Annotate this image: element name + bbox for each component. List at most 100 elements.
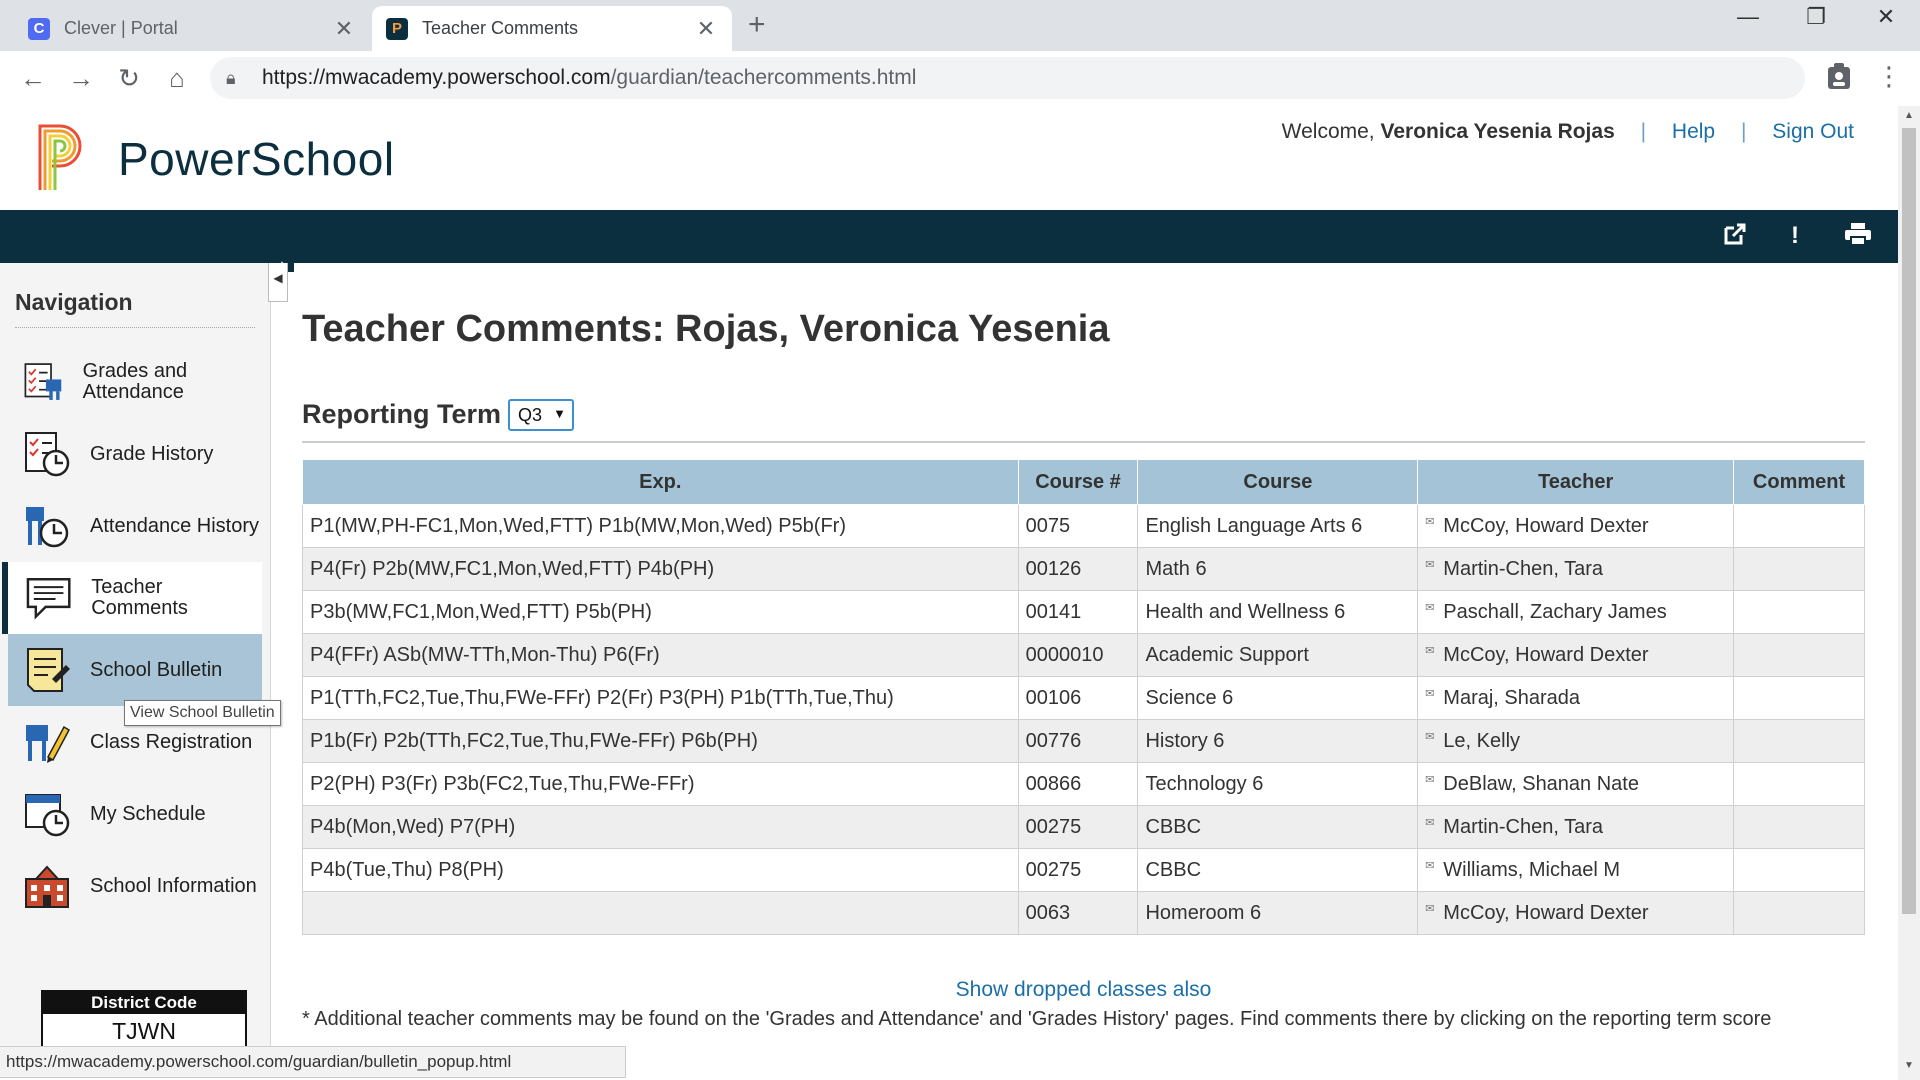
cell-teacher[interactable]: ✉ DeBlaw, Shanan Nate: [1417, 762, 1735, 806]
cell-teacher[interactable]: ✉ McCoy, Howard Dexter: [1417, 633, 1735, 677]
browser-tab-clever[interactable]: C Clever | Portal ✕: [14, 6, 370, 51]
teacher-name: Martin-Chen, Tara: [1443, 815, 1603, 838]
close-icon[interactable]: ✕: [332, 16, 356, 42]
restore-icon[interactable]: ❐: [1786, 4, 1846, 30]
profile-icon[interactable]: [1826, 61, 1852, 98]
minimize-icon[interactable]: —: [1718, 4, 1778, 30]
teacher-name: Williams, Michael M: [1443, 858, 1620, 881]
email-teacher-icon[interactable]: ✉: [1425, 687, 1435, 700]
cell-comment: [1733, 504, 1865, 548]
sidebar-item-teacher-comments[interactable]: Teacher Comments: [2, 562, 262, 634]
table-row: P1(TTh,FC2,Tue,Thu,FWe-FFr) P2(Fr) P3(PH…: [302, 676, 1865, 720]
sidebar-item-label: Attendance History: [90, 514, 259, 537]
lock-icon: 🔒︎: [226, 67, 236, 88]
cell-course: Math 6: [1137, 547, 1419, 591]
cell-course: Science 6: [1137, 676, 1419, 720]
cell-teacher[interactable]: ✉ Martin-Chen, Tara: [1417, 805, 1735, 849]
close-icon[interactable]: ✕: [694, 16, 718, 42]
cell-comment: [1733, 848, 1865, 892]
email-teacher-icon[interactable]: ✉: [1425, 644, 1435, 657]
url-path: /guardian/teachercomments.html: [610, 66, 917, 89]
sign-out-link[interactable]: Sign Out: [1772, 120, 1854, 143]
class-registration-icon: [26, 725, 70, 763]
welcome-area: Welcome, Veronica Yesenia Rojas | Help |…: [1282, 120, 1854, 144]
print-icon[interactable]: [1843, 222, 1873, 253]
cell-teacher[interactable]: ✉ McCoy, Howard Dexter: [1417, 891, 1735, 935]
address-bar[interactable]: 🔒︎ https://mwacademy.powerschool.com/gua…: [210, 57, 1805, 99]
cell-exp: P4b(Mon,Wed) P7(PH): [302, 805, 1019, 849]
table-row: P4b(Tue,Thu) P8(PH) 00275 CBBC ✉ Williams, M…: [302, 848, 1865, 892]
sidebar-item-attendance-history[interactable]: Attendance History: [8, 490, 262, 562]
my-schedule-icon: [25, 794, 70, 837]
new-tab-icon[interactable]: +: [748, 8, 766, 42]
reload-icon[interactable]: ↻: [112, 63, 146, 94]
sidebar-item-grade-history[interactable]: Grade History: [8, 418, 262, 490]
cell-course-number: 0000010: [1017, 633, 1139, 677]
cell-course-number: 00106: [1017, 676, 1139, 720]
scroll-down-arrow-icon[interactable]: ▼: [1898, 1060, 1920, 1071]
help-link[interactable]: Help: [1672, 120, 1715, 143]
browser-tab-teacher-comments[interactable]: P Teacher Comments ✕: [372, 6, 732, 51]
back-icon[interactable]: ←: [16, 63, 50, 94]
table-row: 0063 Homeroom 6 ✉ McCoy, Howard Dexter: [302, 891, 1865, 935]
cell-comment: [1733, 633, 1865, 677]
url-host: https://mwacademy.powerschool.com: [262, 66, 611, 89]
tab-title: Clever | Portal: [64, 18, 178, 38]
window-close-icon[interactable]: ✕: [1856, 4, 1916, 30]
reporting-term-value: Q3: [518, 404, 543, 425]
cell-comment: [1733, 719, 1865, 763]
school-information-icon: [25, 865, 69, 908]
sidebar-item-my-schedule[interactable]: My Schedule: [8, 778, 262, 850]
email-teacher-icon[interactable]: ✉: [1425, 816, 1435, 829]
show-dropped-link[interactable]: Show dropped classes also: [302, 978, 1865, 1002]
grades-attendance-icon: [24, 363, 62, 400]
scrollbar-thumb[interactable]: [1902, 128, 1916, 914]
teacher-name: Martin-Chen, Tara: [1443, 557, 1603, 580]
cell-course-number: 00776: [1017, 719, 1139, 763]
cell-teacher[interactable]: ✉ Paschall, Zachary James: [1417, 590, 1735, 634]
email-teacher-icon[interactable]: ✉: [1425, 773, 1435, 786]
column-header-teacher: Teacher: [1417, 459, 1735, 505]
browser-toolbar: ← → ↻ ⌂ 🔒︎ https://mwacademy.powerschool…: [0, 51, 1920, 107]
collapse-sidebar-icon[interactable]: ◀: [268, 263, 288, 302]
cell-exp: P4b(Tue,Thu) P8(PH): [302, 848, 1019, 892]
email-teacher-icon[interactable]: ✉: [1425, 859, 1435, 872]
cell-course-number: 00275: [1017, 848, 1139, 892]
powerschool-logo-icon: [38, 124, 82, 190]
welcome-prefix: Welcome,: [1281, 120, 1375, 143]
alert-icon[interactable]: !: [1780, 222, 1810, 250]
table-row: P4b(Mon,Wed) P7(PH) 00275 CBBC ✉ Martin-Chen…: [302, 805, 1865, 849]
cell-course-number: 00141: [1017, 590, 1139, 634]
home-icon[interactable]: ⌂: [160, 63, 194, 94]
cell-teacher[interactable]: ✉ Williams, Michael M: [1417, 848, 1735, 892]
sidebar-item-grades-attendance[interactable]: Grades and Attendance: [8, 346, 262, 418]
sidebar-item-school-information[interactable]: School Information: [8, 850, 262, 922]
email-teacher-icon[interactable]: ✉: [1425, 730, 1435, 743]
cell-teacher[interactable]: ✉ Maraj, Sharada: [1417, 676, 1735, 720]
email-teacher-icon[interactable]: ✉: [1425, 515, 1435, 528]
header-bar: !: [0, 210, 1898, 263]
cell-exp: P2(PH) P3(Fr) P3b(FC2,Tue,Thu,FWe-FFr): [302, 762, 1019, 806]
reporting-term-select[interactable]: Q3 ▼: [508, 399, 574, 431]
nav-divider: [15, 327, 255, 328]
email-teacher-icon[interactable]: ✉: [1425, 558, 1435, 571]
school-bulletin-icon: [27, 648, 70, 692]
dropdown-arrow-icon: ▼: [553, 406, 566, 421]
sidebar-item-school-bulletin[interactable]: School Bulletin: [8, 634, 262, 706]
cell-teacher[interactable]: ✉ McCoy, Howard Dexter: [1417, 504, 1735, 548]
email-teacher-icon[interactable]: ✉: [1425, 902, 1435, 915]
cell-exp: P4(Fr) P2b(MW,FC1,Mon,Wed,FTT) P4b(PH): [302, 547, 1019, 591]
cell-course: English Language Arts 6: [1137, 504, 1419, 548]
teacher-name: Maraj, Sharada: [1443, 686, 1581, 709]
page-scrollbar[interactable]: ▲ ▼: [1898, 106, 1920, 1080]
cell-teacher[interactable]: ✉ Martin-Chen, Tara: [1417, 547, 1735, 591]
scroll-up-arrow-icon[interactable]: ▲: [1898, 110, 1920, 121]
cell-exp: P1(MW,PH-FC1,Mon,Wed,FTT) P1b(MW,Mon,Wed…: [302, 504, 1019, 548]
forward-icon[interactable]: →: [64, 63, 98, 94]
cell-teacher[interactable]: ✉ Le, Kelly: [1417, 719, 1735, 763]
menu-icon[interactable]: ⋮: [1876, 61, 1902, 92]
external-link-icon[interactable]: [1720, 222, 1750, 253]
email-teacher-icon[interactable]: ✉: [1425, 601, 1435, 614]
cell-comment: [1733, 805, 1865, 849]
table-row: P4(FFr) ASb(MW-TTh,Mon-Thu) P6(Fr) 000001…: [302, 633, 1865, 677]
